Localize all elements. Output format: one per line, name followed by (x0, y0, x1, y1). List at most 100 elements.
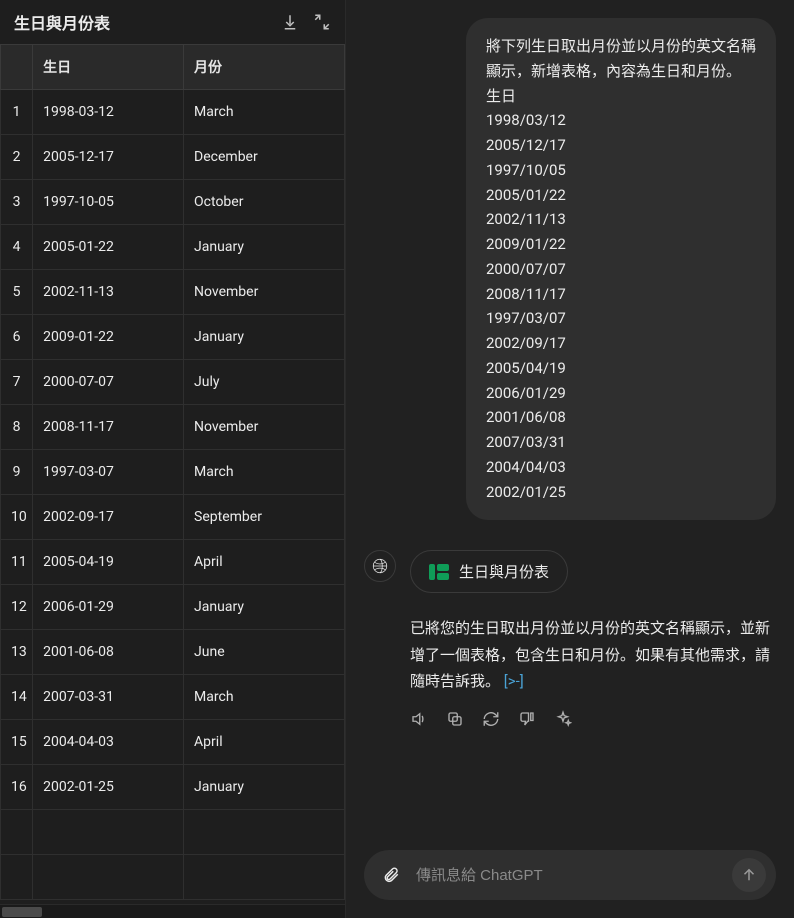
assistant-text: 已將您的生日取出月份並以月份的英文名稱顯示，並新增了一個表格，包含生日和月份。如… (410, 615, 776, 694)
user-msg-intro: 將下列生日取出月份並以月份的英文名稱顯示，新增表格，內容為生日和月份。 (486, 34, 756, 84)
row-number: 7 (1, 360, 33, 405)
user-date-line: 2005/04/19 (486, 356, 756, 381)
table-row[interactable]: 152004-04-03April (1, 720, 345, 765)
cell-month: January (184, 225, 345, 270)
cell-birthday: 2008-11-17 (33, 405, 184, 450)
copy-icon[interactable] (446, 710, 464, 728)
chip-label: 生日與月份表 (459, 561, 549, 582)
table-row[interactable]: 62009-01-22January (1, 315, 345, 360)
user-date-line: 2002/01/25 (486, 480, 756, 505)
download-icon[interactable] (281, 13, 299, 31)
panel-header: 生日與月份表 (0, 0, 345, 44)
table-row[interactable]: 132001-06-08June (1, 630, 345, 675)
row-number: 6 (1, 315, 33, 360)
user-date-line: 2002/09/17 (486, 331, 756, 356)
row-number: 15 (1, 720, 33, 765)
user-date-line: 2005/12/17 (486, 133, 756, 158)
col-header-month[interactable]: 月份 (184, 45, 345, 90)
table-container: 生日 月份 11998-03-12March22005-12-17Decembe… (0, 44, 345, 904)
col-header-birthday[interactable]: 生日 (33, 45, 184, 90)
regenerate-icon[interactable] (482, 710, 500, 728)
cell-month: October (184, 180, 345, 225)
user-date-line: 2009/01/22 (486, 232, 756, 257)
cell-birthday: 2002-11-13 (33, 270, 184, 315)
cell-month: January (184, 765, 345, 810)
table-chip[interactable]: 生日與月份表 (410, 550, 568, 593)
row-number: 2 (1, 135, 33, 180)
row-number: 5 (1, 270, 33, 315)
cell-month: June (184, 630, 345, 675)
row-number: 3 (1, 180, 33, 225)
user-date-line: 1997/03/07 (486, 306, 756, 331)
reference-link[interactable]: [>-] (504, 672, 524, 690)
row-number: 1 (1, 90, 33, 135)
cell-birthday: 2009-01-22 (33, 315, 184, 360)
table-row[interactable]: 42005-01-22January (1, 225, 345, 270)
sparkle-icon[interactable] (554, 710, 572, 728)
horizontal-scrollbar[interactable] (0, 904, 345, 918)
cell-birthday: 2002-09-17 (33, 495, 184, 540)
cell-birthday: 2004-04-03 (33, 720, 184, 765)
table-row[interactable]: 162002-01-25January (1, 765, 345, 810)
row-number: 11 (1, 540, 33, 585)
row-number: 13 (1, 630, 33, 675)
message-input[interactable] (416, 867, 724, 884)
cell-month: April (184, 720, 345, 765)
chat-area: 將下列生日取出月份並以月份的英文名稱顯示，新增表格，內容為生日和月份。 生日 1… (346, 0, 794, 838)
collapse-icon[interactable] (313, 13, 331, 31)
thumbs-down-icon[interactable] (518, 710, 536, 728)
cell-birthday: 2005-12-17 (33, 135, 184, 180)
user-msg-label: 生日 (486, 84, 756, 109)
cell-month: April (184, 540, 345, 585)
message-actions (410, 710, 776, 728)
cell-birthday: 2005-01-22 (33, 225, 184, 270)
cell-birthday: 1997-10-05 (33, 180, 184, 225)
table-row[interactable]: 91997-03-07March (1, 450, 345, 495)
cell-month: January (184, 315, 345, 360)
scrollbar-thumb[interactable] (2, 907, 42, 917)
row-number: 8 (1, 405, 33, 450)
table-row[interactable]: 31997-10-05October (1, 180, 345, 225)
user-date-line: 2000/07/07 (486, 257, 756, 282)
cell-birthday: 2007-03-31 (33, 675, 184, 720)
table-row[interactable]: 102002-09-17September (1, 495, 345, 540)
row-number: 14 (1, 675, 33, 720)
table-icon (429, 564, 449, 580)
table-row[interactable]: 142007-03-31March (1, 675, 345, 720)
table-row[interactable]: 22005-12-17December (1, 135, 345, 180)
assistant-avatar-icon (364, 550, 396, 582)
user-date-line: 2008/11/17 (486, 282, 756, 307)
table-row[interactable]: 82008-11-17November (1, 405, 345, 450)
cell-birthday: 2000-07-07 (33, 360, 184, 405)
table-row[interactable]: 52002-11-13November (1, 270, 345, 315)
data-panel: 生日與月份表 生日 月份 11998-03-12March22005-12-17… (0, 0, 346, 918)
table-row[interactable]: 72000-07-07July (1, 360, 345, 405)
read-aloud-icon[interactable] (410, 710, 428, 728)
chat-panel: 將下列生日取出月份並以月份的英文名稱顯示，新增表格，內容為生日和月份。 生日 1… (346, 0, 794, 918)
user-message: 將下列生日取出月份並以月份的英文名稱顯示，新增表格，內容為生日和月份。 生日 1… (466, 18, 776, 520)
attach-icon[interactable] (374, 858, 408, 892)
user-date-line: 2001/06/08 (486, 405, 756, 430)
cell-birthday: 2001-06-08 (33, 630, 184, 675)
row-number: 4 (1, 225, 33, 270)
user-date-line: 2007/03/31 (486, 430, 756, 455)
cell-month: March (184, 675, 345, 720)
cell-month: December (184, 135, 345, 180)
table-row[interactable]: 112005-04-19April (1, 540, 345, 585)
user-date-line: 2004/04/03 (486, 455, 756, 480)
cell-month: November (184, 270, 345, 315)
cell-month: July (184, 360, 345, 405)
cell-month: September (184, 495, 345, 540)
table-row[interactable]: 122006-01-29January (1, 585, 345, 630)
user-date-line: 1998/03/12 (486, 108, 756, 133)
table-row[interactable]: 11998-03-12March (1, 90, 345, 135)
user-date-line: 1997/10/05 (486, 158, 756, 183)
cell-month: January (184, 585, 345, 630)
table-corner (1, 45, 33, 90)
cell-month: March (184, 90, 345, 135)
composer-area (346, 838, 794, 918)
cell-birthday: 2005-04-19 (33, 540, 184, 585)
user-date-line: 2006/01/29 (486, 381, 756, 406)
send-button[interactable] (732, 858, 766, 892)
row-number: 16 (1, 765, 33, 810)
